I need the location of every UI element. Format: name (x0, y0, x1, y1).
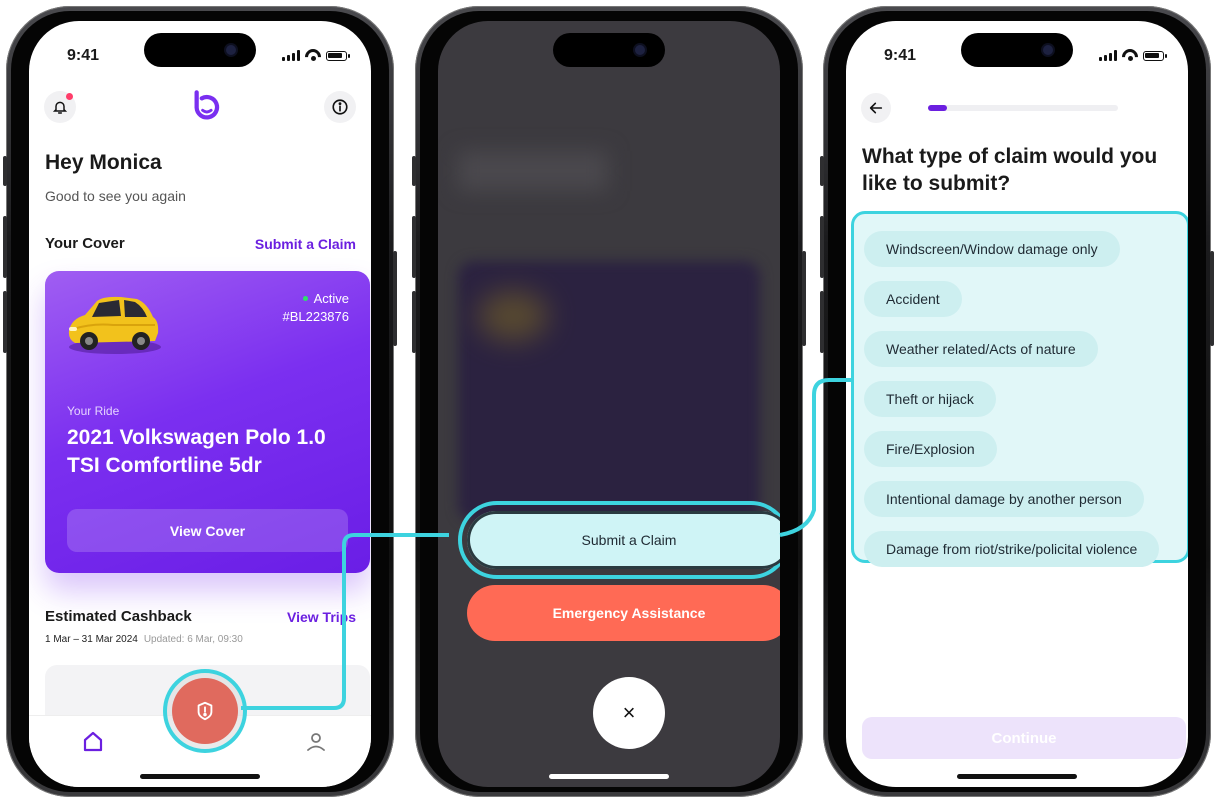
view-trips-link[interactable]: View Trips (287, 609, 356, 625)
phone-claim-type: 9:41 What type of claim would you like t… (820, 6, 1214, 797)
greeting-title: Hey Monica (45, 151, 162, 174)
battery-icon (326, 51, 350, 61)
signal-icon (282, 50, 300, 61)
info-icon (332, 99, 348, 115)
action-sheet-screen: Submit a Claim Emergency Assistance × (438, 21, 780, 787)
signal-icon (1099, 50, 1117, 61)
home-screen: 9:41 Hey Monica Good to see you again Yo… (29, 21, 371, 787)
claim-question: What type of claim would you like to sub… (862, 145, 1158, 195)
option-intentional-damage[interactable]: Intentional damage by another person (864, 481, 1144, 517)
view-cover-button[interactable]: View Cover (67, 509, 348, 552)
status-icons (1099, 49, 1167, 61)
ride-name: 2021 Volkswagen Polo 1.0 TSI Comfortline… (67, 426, 326, 477)
phone-actions: Submit a Claim Emergency Assistance × (412, 6, 806, 797)
close-icon: × (622, 700, 636, 725)
wifi-icon (1122, 49, 1138, 61)
home-indicator (549, 774, 669, 779)
claim-type-screen: 9:41 What type of claim would you like t… (846, 21, 1188, 787)
home-icon[interactable] (81, 730, 105, 754)
option-riot[interactable]: Damage from riot/strike/policital violen… (864, 531, 1160, 567)
status-time: 9:41 (67, 47, 100, 64)
status-time: 9:41 (884, 47, 917, 64)
ride-label: Your Ride (67, 404, 120, 418)
close-button[interactable]: × (593, 677, 665, 749)
option-theft[interactable]: Theft or hijack (864, 381, 996, 417)
bell-icon (52, 101, 68, 114)
progress-bar (928, 105, 1118, 111)
cashback-updated: Updated: 6 Mar, 09:30 (143, 634, 243, 645)
phone-home: 9:41 Hey Monica Good to see you again Yo… (3, 6, 397, 797)
progress-fill (928, 105, 947, 111)
profile-icon[interactable] (304, 730, 328, 754)
cashback-heading: Estimated Cashback (45, 608, 192, 625)
submit-claim-button[interactable]: Submit a Claim (467, 511, 780, 569)
option-windscreen[interactable]: Windscreen/Window damage only (864, 231, 1120, 267)
brand-logo (194, 90, 220, 120)
dynamic-island (961, 33, 1073, 67)
wifi-icon (305, 49, 321, 61)
emergency-assistance-button[interactable]: Emergency Assistance (467, 585, 780, 641)
notification-badge (66, 93, 73, 100)
info-button[interactable] (324, 91, 356, 123)
option-weather[interactable]: Weather related/Acts of nature (864, 331, 1098, 367)
arrow-left-icon (869, 102, 883, 114)
claims-fab-button[interactable] (172, 678, 238, 744)
status-icons (282, 49, 350, 61)
alert-shield-icon (197, 701, 213, 721)
back-button[interactable] (861, 93, 891, 123)
option-accident[interactable]: Accident (864, 281, 962, 317)
option-fire[interactable]: Fire/Explosion (864, 431, 997, 467)
continue-button[interactable]: Continue (862, 717, 1186, 759)
blurred-background (458, 151, 608, 191)
submit-claim-link[interactable]: Submit a Claim (255, 236, 356, 252)
car-image (68, 296, 161, 354)
battery-icon (1143, 51, 1167, 61)
claim-options-highlight: Windscreen/Window damage only Accident W… (851, 211, 1188, 567)
policy-number: #BL223876 (282, 309, 349, 324)
dynamic-island (144, 33, 256, 67)
cashback-period: 1 Mar – 31 Mar 2024 Updated: 6 Mar, 09:30 (45, 634, 243, 645)
cover-card[interactable]: Active #BL223876 Your Ride 2021 Volkswag… (45, 271, 370, 573)
home-indicator (957, 774, 1077, 779)
cover-status-badge: Active (302, 291, 349, 306)
your-cover-heading: Your Cover (45, 235, 125, 252)
greeting-subtitle: Good to see you again (45, 188, 186, 204)
dynamic-island (553, 33, 665, 67)
notification-button[interactable] (44, 91, 76, 123)
home-indicator (140, 774, 260, 779)
